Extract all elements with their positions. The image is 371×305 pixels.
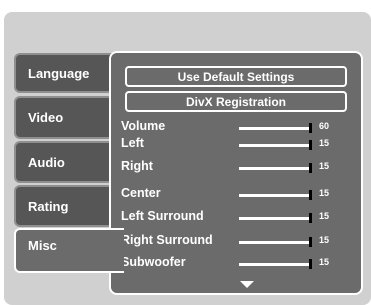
setting-left[interactable]: Left 15	[111, 134, 361, 154]
setting-right[interactable]: Right 15	[111, 157, 361, 177]
setting-label: Right Surround	[121, 233, 213, 247]
setting-left-surround[interactable]: Left Surround 15	[111, 207, 361, 227]
center-slider[interactable]	[239, 194, 311, 197]
tab-language-label: Language	[28, 65, 90, 81]
setting-value: 15	[319, 188, 330, 198]
slider-knob[interactable]	[309, 190, 312, 200]
volume-slider[interactable]	[239, 127, 311, 130]
subwoofer-slider[interactable]	[239, 263, 311, 266]
left-slider[interactable]	[239, 144, 311, 147]
tab-misc-label: Misc	[28, 238, 57, 253]
slider-knob[interactable]	[309, 163, 312, 173]
setting-value: 15	[319, 138, 330, 148]
divx-registration-button[interactable]: DivX Registration	[125, 91, 347, 112]
tab-rating-label: Rating	[28, 198, 69, 214]
tab-language[interactable]: Language	[14, 53, 124, 93]
slider-knob[interactable]	[309, 140, 312, 150]
left-surround-slider[interactable]	[239, 217, 311, 220]
setting-center[interactable]: Center 15	[111, 184, 361, 204]
tab-audio-label: Audio	[28, 154, 65, 170]
slider-knob[interactable]	[309, 213, 312, 223]
setting-label: Right	[121, 159, 153, 173]
setting-label: Left	[121, 136, 144, 150]
tab-rating[interactable]: Rating	[14, 185, 124, 227]
divx-registration-label: DivX Registration	[185, 94, 287, 109]
setting-right-surround[interactable]: Right Surround 15	[111, 231, 361, 251]
setting-value: 60	[319, 121, 330, 131]
right-surround-slider[interactable]	[239, 241, 311, 244]
tab-misc[interactable]: Misc	[14, 228, 124, 273]
triangle-down-icon[interactable]	[240, 281, 254, 288]
setting-label: Center	[121, 186, 161, 200]
slider-knob[interactable]	[309, 237, 312, 247]
setting-label: Left Surround	[121, 209, 204, 223]
setting-value: 15	[319, 257, 330, 267]
slider-knob[interactable]	[309, 259, 312, 269]
setting-label: Subwoofer	[121, 255, 186, 269]
tab-video-label: Video	[28, 110, 64, 125]
misc-settings-panel: Use Default Settings DivX Registration V…	[109, 51, 363, 295]
osd-settings-menu: Language Video Audio Rating Misc Use Def…	[4, 12, 371, 305]
tab-video[interactable]: Video	[14, 96, 124, 139]
setting-value: 15	[319, 161, 330, 171]
right-slider[interactable]	[239, 167, 311, 170]
setting-value: 15	[319, 211, 330, 221]
setting-label: Volume	[121, 119, 166, 133]
setting-value: 15	[319, 235, 330, 245]
tab-audio[interactable]: Audio	[14, 141, 124, 183]
use-default-settings-button[interactable]: Use Default Settings	[125, 66, 347, 87]
slider-knob[interactable]	[309, 123, 312, 133]
setting-subwoofer[interactable]: Subwoofer 15	[111, 253, 361, 273]
use-default-settings-label: Use Default Settings	[177, 69, 295, 84]
